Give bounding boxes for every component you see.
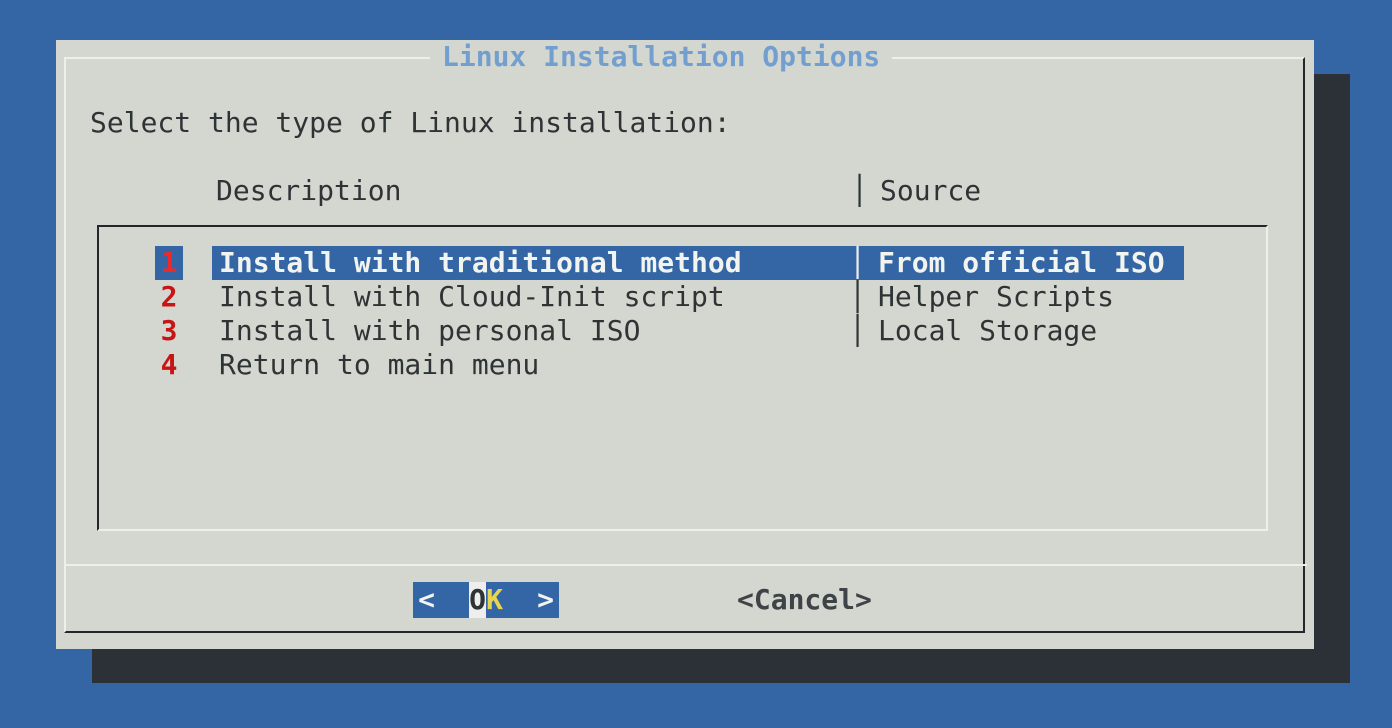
menu-item-tag: 2 bbox=[155, 280, 183, 314]
ok-close-bracket: > bbox=[537, 582, 554, 618]
menu-item-source: Helper Scripts bbox=[878, 280, 1114, 314]
menu-item-install-personal-iso[interactable]: 3 Install with personal ISO │ Local Stor… bbox=[99, 314, 1266, 348]
ok-cursor-char: O bbox=[469, 582, 486, 618]
menu-item-tag: 3 bbox=[155, 314, 183, 348]
column-header-source: Source bbox=[880, 174, 981, 208]
column-header-description: Description bbox=[216, 174, 401, 208]
column-separator-icon: │ bbox=[851, 174, 868, 208]
ok-open-bracket: < bbox=[418, 582, 435, 618]
menu-item-description: Install with personal ISO bbox=[219, 314, 640, 348]
dialog-title: Linux Installation Options bbox=[430, 40, 892, 74]
button-area-separator bbox=[64, 564, 1307, 566]
row-separator-icon: │ bbox=[849, 246, 866, 280]
installation-options-listbox: 1 Install with traditional method │ From… bbox=[97, 225, 1268, 531]
menu-item-install-cloud-init[interactable]: 2 Install with Cloud-Init script │ Helpe… bbox=[99, 280, 1266, 314]
menu-item-install-traditional[interactable]: 1 Install with traditional method │ From… bbox=[99, 246, 1266, 280]
menu-item-source: Local Storage bbox=[878, 314, 1097, 348]
cancel-button[interactable]: <Cancel> bbox=[737, 582, 872, 618]
row-separator-icon: │ bbox=[849, 314, 866, 348]
ok-button[interactable]: < O K > bbox=[413, 582, 559, 618]
menu-item-tag: 4 bbox=[155, 348, 183, 382]
menu-item-tag: 1 bbox=[155, 246, 183, 280]
menu-item-description: Install with traditional method bbox=[219, 246, 742, 280]
ok-hotkey-char: K bbox=[486, 582, 503, 618]
row-separator-icon: │ bbox=[849, 280, 866, 314]
menu-item-description: Install with Cloud-Init script bbox=[219, 280, 725, 314]
menu-item-source: From official ISO bbox=[878, 246, 1165, 280]
menu-item-description: Return to main menu bbox=[219, 348, 539, 382]
linux-installation-options-dialog: Linux Installation Options Select the ty… bbox=[56, 40, 1314, 649]
prompt-text: Select the type of Linux installation: bbox=[90, 106, 731, 140]
menu-item-return-main-menu[interactable]: 4 Return to main menu bbox=[99, 348, 1266, 382]
